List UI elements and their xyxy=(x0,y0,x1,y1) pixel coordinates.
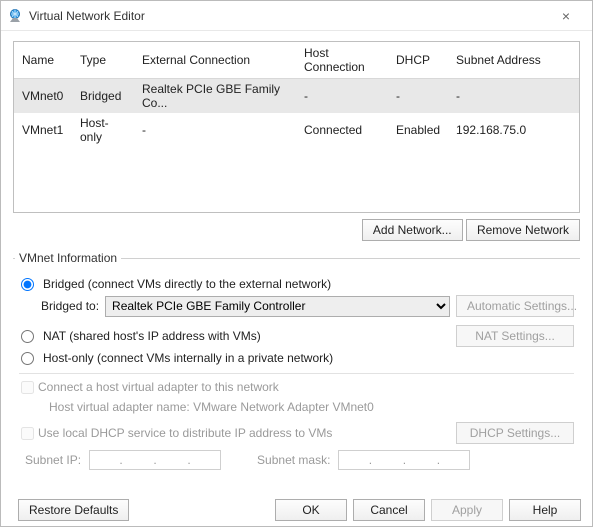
bridged-radio-label[interactable]: Bridged (connect VMs directly to the ext… xyxy=(19,277,331,291)
automatic-settings-button: Automatic Settings... xyxy=(456,295,574,317)
vmnet-information-group: VMnet Information Bridged (connect VMs d… xyxy=(13,251,580,476)
cell-host: Connected xyxy=(296,113,388,147)
nat-text: NAT (shared host's IP address with VMs) xyxy=(43,329,261,343)
col-host[interactable]: Host Connection xyxy=(296,42,388,79)
col-dhcp[interactable]: DHCP xyxy=(388,42,448,79)
col-subnet[interactable]: Subnet Address xyxy=(448,42,579,79)
table-row[interactable]: VMnet0 Bridged Realtek PCIe GBE Family C… xyxy=(14,79,579,114)
bridged-to-label: Bridged to: xyxy=(41,299,99,313)
cell-type: Host-only xyxy=(72,113,134,147)
group-title: VMnet Information xyxy=(15,251,121,265)
bridged-adapter-select[interactable]: Realtek PCIe GBE Family Controller xyxy=(105,296,450,317)
hostonly-radio-label[interactable]: Host-only (connect VMs internally in a p… xyxy=(19,351,333,365)
bottom-button-bar: Restore Defaults OK Cancel Apply Help xyxy=(12,499,581,521)
restore-defaults-button[interactable]: Restore Defaults xyxy=(18,499,129,521)
use-dhcp-label: Use local DHCP service to distribute IP … xyxy=(38,426,450,440)
host-adapter-name-label: Host virtual adapter name: VMware Networ… xyxy=(49,400,574,414)
cell-subnet: - xyxy=(448,79,579,114)
nat-radio-label[interactable]: NAT (shared host's IP address with VMs) xyxy=(19,329,450,343)
cancel-button[interactable]: Cancel xyxy=(353,499,425,521)
window-title: Virtual Network Editor xyxy=(29,9,546,23)
close-button[interactable]: × xyxy=(546,8,586,24)
cell-subnet: 192.168.75.0 xyxy=(448,113,579,147)
cell-host: - xyxy=(296,79,388,114)
network-table[interactable]: Name Type External Connection Host Conne… xyxy=(13,41,580,213)
cell-type: Bridged xyxy=(72,79,134,114)
subnet-mask-input: . . . xyxy=(338,450,470,470)
add-network-button[interactable]: Add Network... xyxy=(362,219,463,241)
subnet-mask-label: Subnet mask: xyxy=(257,453,330,467)
connect-host-adapter-checkbox xyxy=(21,381,34,394)
apply-button: Apply xyxy=(431,499,503,521)
hostonly-text: Host-only (connect VMs internally in a p… xyxy=(43,351,333,365)
connect-host-adapter-label: Connect a host virtual adapter to this n… xyxy=(38,380,279,394)
bridged-text: Bridged (connect VMs directly to the ext… xyxy=(43,277,331,291)
subnet-ip-label: Subnet IP: xyxy=(25,453,81,467)
remove-network-button[interactable]: Remove Network xyxy=(466,219,580,241)
cell-dhcp: - xyxy=(388,79,448,114)
cell-dhcp: Enabled xyxy=(388,113,448,147)
ok-button[interactable]: OK xyxy=(275,499,347,521)
bridged-radio[interactable] xyxy=(21,278,34,291)
table-header-row: Name Type External Connection Host Conne… xyxy=(14,42,579,79)
nat-radio[interactable] xyxy=(21,330,34,343)
table-row[interactable]: VMnet1 Host-only - Connected Enabled 192… xyxy=(14,113,579,147)
cell-external: - xyxy=(134,113,296,147)
app-icon xyxy=(7,8,23,24)
cell-name: VMnet0 xyxy=(14,79,72,114)
hostonly-radio[interactable] xyxy=(21,352,34,365)
use-dhcp-checkbox xyxy=(21,427,34,440)
help-button[interactable]: Help xyxy=(509,499,581,521)
subnet-ip-input: . . . xyxy=(89,450,221,470)
cell-name: VMnet1 xyxy=(14,113,72,147)
cell-external: Realtek PCIe GBE Family Co... xyxy=(134,79,296,114)
dhcp-settings-button: DHCP Settings... xyxy=(456,422,574,444)
nat-settings-button: NAT Settings... xyxy=(456,325,574,347)
col-external[interactable]: External Connection xyxy=(134,42,296,79)
col-type[interactable]: Type xyxy=(72,42,134,79)
col-name[interactable]: Name xyxy=(14,42,72,79)
titlebar: Virtual Network Editor × xyxy=(1,1,592,31)
